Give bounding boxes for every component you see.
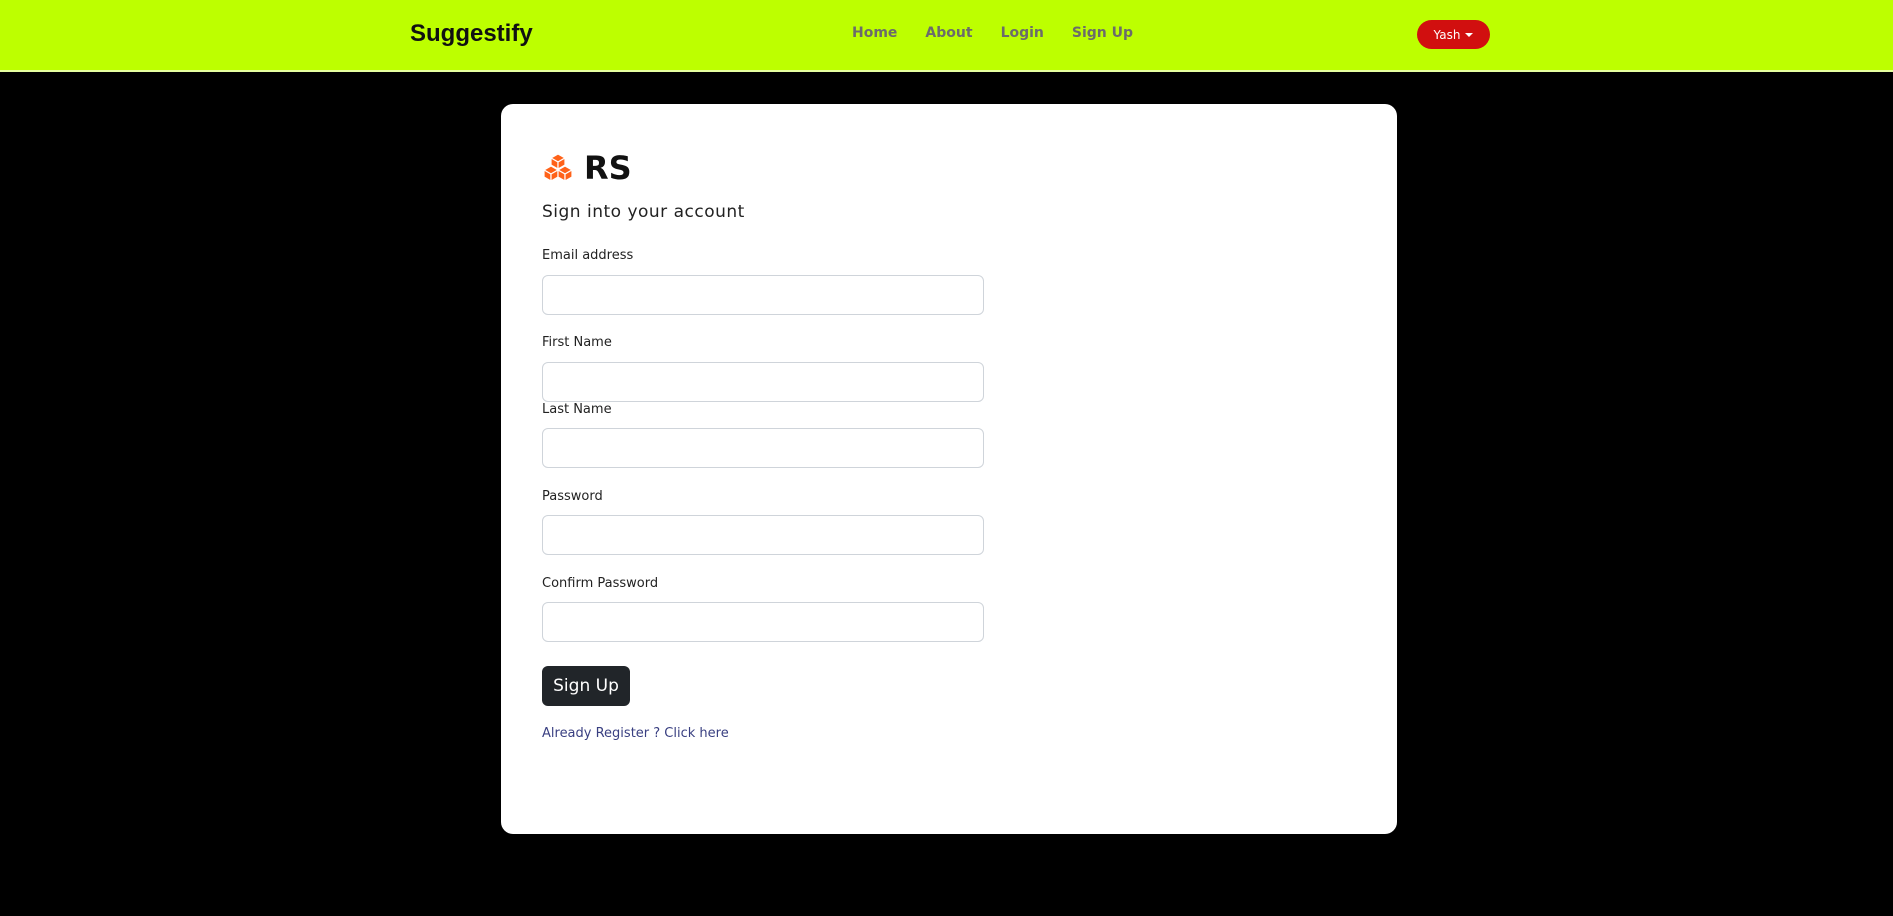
email-field[interactable] xyxy=(542,275,984,315)
nav-link-signup[interactable]: Sign Up xyxy=(1058,24,1147,42)
sign-up-button[interactable]: Sign Up xyxy=(542,666,630,706)
nav-link-about[interactable]: About xyxy=(911,24,986,42)
password-field[interactable] xyxy=(542,515,984,555)
password-label: Password xyxy=(542,489,603,504)
confirm-password-field[interactable] xyxy=(542,602,984,642)
confirm-password-label: Confirm Password xyxy=(542,576,659,591)
last-name-field[interactable] xyxy=(542,428,984,468)
user-menu-button[interactable]: Yash xyxy=(1417,20,1490,49)
cubes-icon xyxy=(543,153,573,182)
caret-down-icon xyxy=(1465,33,1474,37)
signup-card: RS Sign into your account Email address … xyxy=(501,104,1397,834)
logo-text: RS xyxy=(584,149,632,187)
brand-logo[interactable]: Suggestify xyxy=(410,18,533,50)
first-name-label: First Name xyxy=(542,335,612,350)
nav-links: Home About Login Sign Up xyxy=(852,24,1147,42)
first-name-field[interactable] xyxy=(542,362,984,402)
page-title: Sign into your account xyxy=(542,202,745,222)
user-menu-label: Yash xyxy=(1433,27,1461,42)
top-navbar: Suggestify Home About Login Sign Up Yash xyxy=(0,0,1893,72)
email-label: Email address xyxy=(542,248,634,263)
last-name-label: Last Name xyxy=(542,402,612,417)
already-registered-link[interactable]: Already Register ? Click here xyxy=(542,726,729,741)
nav-link-login[interactable]: Login xyxy=(987,24,1058,42)
nav-link-home[interactable]: Home xyxy=(852,24,911,42)
card-logo: RS xyxy=(542,148,632,188)
